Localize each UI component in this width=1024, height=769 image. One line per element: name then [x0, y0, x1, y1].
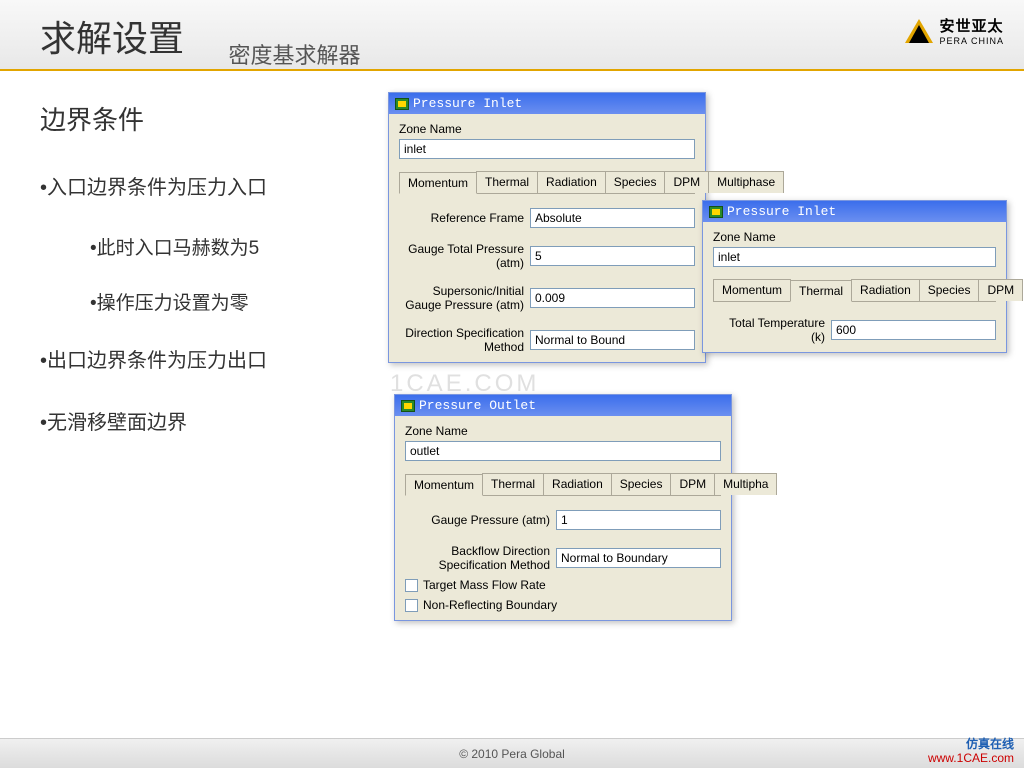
tab-dpm[interactable]: DPM	[664, 171, 709, 193]
footer-link-block: 仿真在线 www.1CAE.com	[928, 737, 1014, 765]
non-reflecting-label: Non-Reflecting Boundary	[423, 598, 557, 612]
logo-triangle-icon	[905, 19, 933, 43]
dialog-title: Pressure Inlet	[413, 96, 522, 111]
total-temperature-label: Total Temperature (k)	[713, 316, 825, 344]
tab-species[interactable]: Species	[919, 279, 980, 301]
non-reflecting-checkbox[interactable]	[405, 599, 418, 612]
zone-name-label: Zone Name	[399, 122, 695, 136]
footer-link-cn: 仿真在线	[928, 737, 1014, 751]
dialog-titlebar[interactable]: Pressure Inlet	[703, 201, 1006, 222]
supersonic-pressure-label: Supersonic/Initial Gauge Pressure (atm)	[399, 284, 524, 312]
supersonic-pressure-input[interactable]	[530, 288, 695, 308]
tab-multiphase[interactable]: Multiphase	[708, 171, 784, 193]
logo-text-block: 安世亚太 PERA CHINA	[939, 15, 1004, 46]
tab-radiation[interactable]: Radiation	[543, 473, 612, 495]
dialog-title: Pressure Inlet	[727, 204, 836, 219]
slide-footer: © 2010 Pera Global 仿真在线 www.1CAE.com	[0, 738, 1024, 768]
dialog-body: Zone Name Momentum Thermal Radiation Spe…	[389, 114, 705, 362]
logo-en: PERA CHINA	[939, 36, 1004, 46]
tab-species[interactable]: Species	[605, 171, 666, 193]
tab-momentum[interactable]: Momentum	[399, 172, 477, 194]
dialog-titlebar[interactable]: Pressure Inlet	[389, 93, 705, 114]
backflow-direction-label: Backflow Direction Specification Method	[405, 544, 550, 572]
zone-name-label: Zone Name	[405, 424, 721, 438]
tab-strip: Momentum Thermal Radiation Species DPM M…	[405, 473, 721, 496]
gauge-pressure-input[interactable]	[556, 510, 721, 530]
title-sub: 密度基求解器	[228, 38, 360, 70]
tab-dpm[interactable]: DPM	[670, 473, 715, 495]
tab-dpm[interactable]: DPM	[978, 279, 1023, 301]
footer-link-url: www.1CAE.com	[928, 751, 1014, 765]
slide-header: 求解设置 密度基求解器 安世亚太 PERA CHINA	[0, 0, 1024, 70]
tab-strip: Momentum Thermal Radiation Species DPM M…	[399, 171, 695, 194]
tab-strip: Momentum Thermal Radiation Species DPM	[713, 279, 996, 302]
tab-thermal[interactable]: Thermal	[476, 171, 538, 193]
tab-momentum[interactable]: Momentum	[405, 474, 483, 496]
app-icon	[401, 400, 415, 412]
pressure-outlet-dialog: Pressure Outlet Zone Name Momentum Therm…	[394, 394, 732, 621]
title-main: 求解设置	[40, 10, 184, 62]
tab-thermal[interactable]: Thermal	[790, 280, 852, 302]
pressure-inlet-momentum-dialog: Pressure Inlet Zone Name Momentum Therma…	[388, 92, 706, 363]
logo-cn: 安世亚太	[939, 15, 1004, 36]
dialog-title: Pressure Outlet	[419, 398, 536, 413]
tab-thermal[interactable]: Thermal	[482, 473, 544, 495]
total-temperature-input[interactable]	[831, 320, 996, 340]
tab-species[interactable]: Species	[611, 473, 672, 495]
reference-frame-label: Reference Frame	[399, 211, 524, 225]
direction-method-select[interactable]	[530, 330, 695, 350]
pressure-inlet-thermal-dialog: Pressure Inlet Zone Name Momentum Therma…	[702, 200, 1007, 353]
gauge-total-pressure-label: Gauge Total Pressure (atm)	[399, 242, 524, 270]
tab-radiation[interactable]: Radiation	[537, 171, 606, 193]
app-icon	[395, 98, 409, 110]
dialog-body: Zone Name Momentum Thermal Radiation Spe…	[395, 416, 731, 620]
tab-radiation[interactable]: Radiation	[851, 279, 920, 301]
gauge-pressure-label: Gauge Pressure (atm)	[405, 513, 550, 527]
zone-name-input[interactable]	[405, 441, 721, 461]
zone-name-label: Zone Name	[713, 230, 996, 244]
app-icon	[709, 206, 723, 218]
backflow-direction-select[interactable]	[556, 548, 721, 568]
direction-method-label: Direction Specification Method	[399, 326, 524, 354]
dialog-body: Zone Name Momentum Thermal Radiation Spe…	[703, 222, 1006, 352]
target-mass-flow-label: Target Mass Flow Rate	[423, 578, 546, 592]
tab-multiphase[interactable]: Multipha	[714, 473, 777, 495]
dialog-titlebar[interactable]: Pressure Outlet	[395, 395, 731, 416]
logo: 安世亚太 PERA CHINA	[905, 15, 1004, 46]
zone-name-input[interactable]	[713, 247, 996, 267]
reference-frame-select[interactable]	[530, 208, 695, 228]
target-mass-flow-checkbox[interactable]	[405, 579, 418, 592]
tab-momentum[interactable]: Momentum	[713, 279, 791, 301]
gauge-total-pressure-input[interactable]	[530, 246, 695, 266]
copyright: © 2010 Pera Global	[459, 747, 565, 761]
zone-name-input[interactable]	[399, 139, 695, 159]
